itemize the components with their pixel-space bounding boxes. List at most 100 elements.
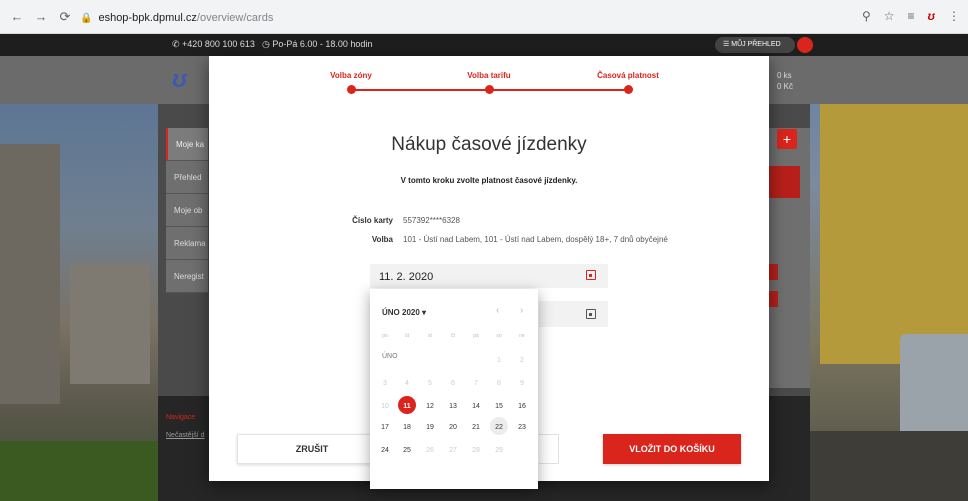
modal-subtitle: V tomto kroku zvolte platnost časové jíz… xyxy=(400,176,578,185)
site-topbar: ✆ +420 800 100 613 ◷ Po-Pá 6.00 - 18.00 … xyxy=(0,34,968,56)
calendar-day: 26 xyxy=(426,447,434,454)
calendar-day: 8 xyxy=(497,380,501,387)
card-number-value: 557392****6328 xyxy=(403,216,460,225)
weekday-header: čt xyxy=(451,333,455,339)
step-validity[interactable]: Časová platnost xyxy=(583,71,673,80)
calendar-day: 28 xyxy=(472,447,480,454)
option-label: Volba xyxy=(371,235,393,244)
calendar-day[interactable]: 20 xyxy=(442,420,464,436)
dpmul-logo[interactable]: ʊ xyxy=(172,66,187,94)
start-date-field[interactable]: 11. 2. 2020 xyxy=(370,264,608,288)
calendar-day: 7 xyxy=(474,380,478,387)
forward-icon[interactable]: → xyxy=(34,9,48,24)
weekday-header: pá xyxy=(473,333,479,339)
progress-stepper: Volba zóny Volba tarifu Časová platnost xyxy=(209,56,769,106)
calendar-day[interactable]: 15 xyxy=(488,399,510,415)
side-menu-item[interactable]: Reklama xyxy=(166,227,208,260)
calendar-day[interactable]: 21 xyxy=(465,420,487,436)
calendar-day[interactable]: 14 xyxy=(465,399,487,415)
calendar-day[interactable]: 22 xyxy=(488,417,510,436)
url-path: /overview/cards xyxy=(196,12,274,24)
step-dot xyxy=(624,85,633,94)
calendar-day[interactable]: 13 xyxy=(442,399,464,415)
month-year-selector[interactable]: ÚNO 2020 ▾ xyxy=(382,308,426,317)
browser-menu-icon[interactable]: ⋮ xyxy=(948,9,960,23)
month-label: ÚNO xyxy=(382,353,398,360)
footer-nav-label: Navigace xyxy=(166,414,196,421)
calendar-day: 2 xyxy=(520,357,524,364)
browser-toolbar: ← → ⟳ 🔒 eshop-bpk.dpmul.cz/overview/card… xyxy=(0,0,968,34)
zoom-icon[interactable]: ⚲ xyxy=(862,9,871,23)
side-menu-item[interactable]: Neregist xyxy=(166,260,208,293)
step-tariff[interactable]: Volba tarifu xyxy=(444,71,534,80)
card-number-label: Číslo karty xyxy=(352,216,393,225)
lock-icon: 🔒 xyxy=(80,12,93,24)
side-menu-item[interactable]: Moje ob xyxy=(166,194,208,227)
calendar-day: 4 xyxy=(405,380,409,387)
red-marker xyxy=(768,264,778,280)
cancel-button-edge xyxy=(539,434,559,464)
calendar-day: 6 xyxy=(451,380,455,387)
calendar-day[interactable]: 17 xyxy=(374,420,396,436)
user-avatar-icon[interactable] xyxy=(797,37,813,53)
url-host: eshop-bpk.dpmul.cz xyxy=(98,12,197,24)
reading-list-icon[interactable]: ≡ xyxy=(908,9,915,23)
cart-count: 0 ks xyxy=(777,71,792,80)
calendar-day: 3 xyxy=(383,380,387,387)
cart-summary[interactable]: 0 ks 0 Kč xyxy=(777,70,793,92)
bookmark-star-icon[interactable]: ☆ xyxy=(884,9,895,23)
weekday-header: ne xyxy=(519,333,525,339)
calendar-day[interactable]: 23 xyxy=(511,420,533,436)
calendar-day: 5 xyxy=(428,380,432,387)
modal-title: Nákup časové jízdenky xyxy=(391,134,587,155)
start-date-value: 11. 2. 2020 xyxy=(379,271,434,283)
calendar-day[interactable]: 12 xyxy=(419,399,441,415)
calendar-day[interactable]: 16 xyxy=(511,399,533,415)
calendar-day: 27 xyxy=(449,447,457,454)
phone-contact[interactable]: ✆ +420 800 100 613 xyxy=(172,39,255,50)
background-photo-left xyxy=(0,104,158,501)
calendar-day[interactable]: 19 xyxy=(419,420,441,436)
datepicker-popup: ÚNO 2020 ▾ ‹ › ÚNO po út st čt pá so ne 1 2 3 4 5 6 7… xyxy=(370,289,538,489)
selected-day[interactable]: 11 xyxy=(396,396,418,415)
calendar-day: 10 xyxy=(381,403,389,410)
step-dot xyxy=(485,85,494,94)
prev-month-icon[interactable]: ‹ xyxy=(496,305,499,316)
step-zone[interactable]: Volba zóny xyxy=(306,71,396,80)
back-icon[interactable]: ← xyxy=(10,9,24,24)
side-menu: Moje ka Přehled Moje ob Reklama Neregist xyxy=(166,128,208,298)
calendar-day: 9 xyxy=(520,380,524,387)
weekday-header: so xyxy=(496,333,502,339)
weekday-header: út xyxy=(404,333,410,339)
reload-icon[interactable]: ⟳ xyxy=(58,9,72,24)
side-menu-item[interactable]: Přehled xyxy=(166,161,208,194)
calendar-day[interactable]: 18 xyxy=(396,420,418,436)
extension-icon[interactable]: ʊ xyxy=(928,9,935,23)
calendar-day[interactable]: 25 xyxy=(396,443,418,459)
cancel-button[interactable]: ZRUŠIT xyxy=(237,434,387,464)
my-overview-button[interactable]: ☰ MŮJ PŘEHLED xyxy=(715,37,795,53)
month-year-label: ÚNO 2020 xyxy=(382,308,420,317)
end-date-field[interactable] xyxy=(539,301,608,327)
calendar-day[interactable]: 24 xyxy=(374,443,396,459)
step-dot xyxy=(347,85,356,94)
weekday-header: st xyxy=(428,333,432,339)
phone-number: +420 800 100 613 xyxy=(182,39,255,49)
next-month-icon[interactable]: › xyxy=(520,305,523,316)
option-value: 101 - Ústí nad Labem, 101 - Ústí nad Lab… xyxy=(403,235,668,244)
weekday-header: po xyxy=(382,333,388,339)
add-plus-button[interactable]: + xyxy=(777,129,797,149)
red-marker xyxy=(768,291,778,307)
calendar-icon[interactable] xyxy=(586,309,596,319)
address-bar[interactable]: 🔒 eshop-bpk.dpmul.cz/overview/cards xyxy=(80,7,850,29)
footer-link[interactable]: Nečastější d xyxy=(166,432,205,439)
calendar-icon[interactable] xyxy=(586,270,596,280)
add-to-cart-button[interactable]: VLOŽIT DO KOŠÍKU xyxy=(603,434,741,464)
my-overview-label: MŮJ PŘEHLED xyxy=(731,41,781,48)
datepicker-grid: ÚNO 2020 ▾ ‹ › ÚNO po út st čt pá so ne 1 2 3 4 5 6 7… xyxy=(370,289,538,489)
hours-text: Po-Pá 6.00 - 18.00 hodin xyxy=(272,39,373,49)
calendar-day: 1 xyxy=(497,357,501,364)
background-photo-right xyxy=(810,104,968,501)
side-menu-item[interactable]: Moje ka xyxy=(166,128,208,161)
cart-total: 0 Kč xyxy=(777,82,794,91)
